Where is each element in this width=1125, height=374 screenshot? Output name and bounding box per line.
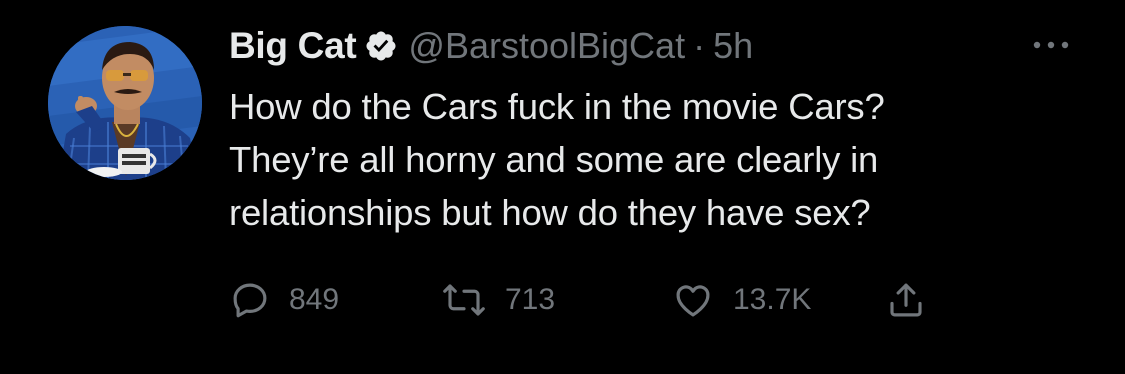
tweet[interactable]: Big Cat @BarstoolBigCat · 5h How do the … [0, 0, 1125, 374]
share-button[interactable] [885, 275, 927, 325]
avatar-image [48, 26, 202, 180]
verified-badge-icon [364, 29, 398, 63]
tweet-header: Big Cat @BarstoolBigCat · 5h [229, 20, 753, 72]
retweet-button[interactable]: 713 [441, 275, 555, 325]
tweet-text: How do the Cars fuck in the movie Cars? … [229, 80, 1109, 239]
user-handle[interactable]: @BarstoolBigCat [408, 25, 685, 67]
reply-button[interactable]: 849 [229, 275, 339, 325]
reply-count: 849 [289, 283, 340, 316]
tweet-text-line: How do the Cars fuck in the movie Cars? [229, 86, 885, 127]
separator-dot: · [693, 25, 706, 66]
display-name[interactable]: Big Cat [229, 25, 357, 67]
reply-icon [229, 279, 271, 321]
like-count: 13.7K [733, 283, 812, 316]
like-button[interactable]: 13.7K [671, 275, 811, 325]
tweet-text-line: relationships but how do they have sex? [229, 192, 871, 233]
heart-icon [671, 279, 715, 321]
retweet-count: 713 [505, 283, 556, 316]
tweet-text-line: They’re all horny and some are clearly i… [229, 139, 879, 180]
more-options-icon[interactable] [1028, 30, 1074, 60]
timestamp[interactable]: 5h [713, 25, 753, 67]
share-icon [885, 278, 927, 322]
retweet-icon [441, 279, 487, 321]
avatar[interactable] [48, 26, 202, 180]
